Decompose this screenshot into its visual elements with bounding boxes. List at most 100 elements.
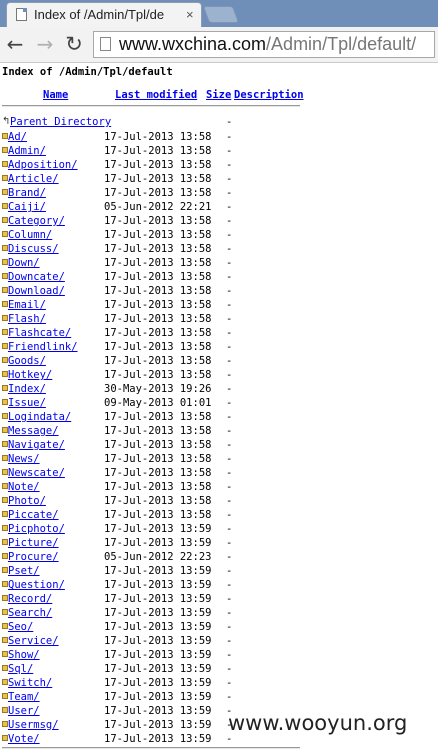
- modified-date: 09-May-2013 01:01: [104, 397, 212, 409]
- folder-link[interactable]: Vote/: [8, 732, 40, 746]
- list-item: Seo/17-Jul-2013 13:59 -: [0, 620, 300, 634]
- modified-date: 17-Jul-2013 13:59: [104, 635, 212, 647]
- modified-date: 17-Jul-2013 13:58: [104, 299, 212, 311]
- file-size: -: [226, 215, 233, 227]
- folder-link[interactable]: Note/: [8, 480, 40, 494]
- folder-link[interactable]: Adposition/: [8, 158, 78, 172]
- file-size: -: [226, 313, 233, 325]
- list-item: Column/17-Jul-2013 13:58 -: [0, 228, 300, 242]
- page-content: Index of /Admin/Tpl/default Name Last mo…: [0, 63, 438, 755]
- list-item: Brand/17-Jul-2013 13:58 -: [0, 186, 300, 200]
- list-item: Download/17-Jul-2013 13:58 -: [0, 284, 300, 298]
- new-tab-button[interactable]: [202, 6, 240, 23]
- file-size: -: [226, 369, 233, 381]
- sort-by-name-link[interactable]: Name: [43, 89, 68, 101]
- close-icon[interactable]: ×: [186, 7, 194, 22]
- sort-by-modified-link[interactable]: Last modified: [115, 89, 197, 101]
- file-size: -: [226, 551, 233, 563]
- folder-link[interactable]: Question/: [8, 578, 65, 592]
- folder-link[interactable]: Photo/: [8, 494, 46, 508]
- folder-link[interactable]: Logindata/: [8, 410, 71, 424]
- modified-date: 17-Jul-2013 13:58: [104, 173, 212, 185]
- modified-date: 17-Jul-2013 13:58: [104, 453, 212, 465]
- directory-listing: Ad/17-Jul-2013 13:58- Admin/17-Jul-2013 1…: [0, 130, 300, 746]
- folder-link[interactable]: Category/: [8, 214, 65, 228]
- modified-date: 17-Jul-2013 13:59: [104, 649, 212, 661]
- list-item: Picture/17-Jul-2013 13:59 -: [0, 536, 300, 550]
- folder-link[interactable]: Usermsg/: [8, 718, 59, 732]
- parent-directory-link[interactable]: Parent Directory: [10, 116, 111, 128]
- folder-link[interactable]: Hotkey/: [8, 368, 52, 382]
- folder-link[interactable]: Service/: [8, 634, 59, 648]
- list-item: Switch/17-Jul-2013 13:59 -: [0, 676, 300, 690]
- list-item: Friendlink/17-Jul-2013 13:58 -: [0, 340, 300, 354]
- address-bar[interactable]: www.wxchina.com/Admin/Tpl/default/: [93, 31, 435, 58]
- folder-link[interactable]: Index/: [8, 382, 46, 396]
- folder-link[interactable]: Picphoto/: [8, 522, 65, 536]
- folder-link[interactable]: Picture/: [8, 536, 59, 550]
- list-item: Admin/17-Jul-2013 13:58 -: [0, 144, 300, 158]
- modified-date: 17-Jul-2013 13:59: [104, 621, 212, 633]
- list-item: Record/17-Jul-2013 13:59 -: [0, 592, 300, 606]
- folder-link[interactable]: Seo/: [8, 620, 33, 634]
- folder-link[interactable]: Pset/: [8, 564, 40, 578]
- modified-date: 17-Jul-2013 13:58: [104, 355, 212, 367]
- file-size: -: [226, 481, 233, 493]
- folder-link[interactable]: News/: [8, 452, 40, 466]
- folder-link[interactable]: Issue/: [8, 396, 46, 410]
- folder-link[interactable]: Ad/: [8, 130, 27, 144]
- file-size: -: [226, 159, 233, 171]
- modified-date: 17-Jul-2013 13:58: [104, 411, 212, 423]
- file-size: -: [226, 187, 233, 199]
- folder-link[interactable]: Caiji/: [8, 200, 46, 214]
- sort-by-description-link[interactable]: Description: [234, 89, 304, 101]
- folder-link[interactable]: Switch/: [8, 676, 52, 690]
- file-size: -: [226, 131, 233, 143]
- reload-button[interactable]: ↻: [62, 32, 86, 56]
- folder-link[interactable]: Admin/: [8, 144, 46, 158]
- folder-link[interactable]: Procure/: [8, 550, 59, 564]
- folder-link[interactable]: Message/: [8, 424, 59, 438]
- tab-active[interactable]: Index of /Admin/Tpl/de ×: [6, 2, 202, 27]
- folder-link[interactable]: Navigate/: [8, 438, 65, 452]
- folder-link[interactable]: Downcate/: [8, 270, 65, 284]
- list-item: Sql/17-Jul-2013 13:59 -: [0, 662, 300, 676]
- forward-button[interactable]: →: [33, 32, 57, 56]
- list-item: Service/17-Jul-2013 13:59 -: [0, 634, 300, 648]
- modified-date: 17-Jul-2013 13:58: [104, 425, 212, 437]
- folder-link[interactable]: Search/: [8, 606, 52, 620]
- modified-date: 17-Jul-2013 13:58: [104, 187, 212, 199]
- folder-link[interactable]: Column/: [8, 228, 52, 242]
- folder-link[interactable]: Brand/: [8, 186, 46, 200]
- page-icon: [100, 37, 111, 51]
- folder-link[interactable]: Flashcate/: [8, 326, 71, 340]
- folder-link[interactable]: Article/: [8, 172, 59, 186]
- sort-by-size-link[interactable]: Size: [206, 89, 231, 101]
- modified-date: 17-Jul-2013 13:58: [104, 243, 212, 255]
- file-size: -: [226, 523, 233, 535]
- folder-link[interactable]: Discuss/: [8, 242, 59, 256]
- list-item: Procure/05-Jun-2012 22:23 -: [0, 550, 300, 564]
- back-button[interactable]: ←: [3, 32, 27, 56]
- folder-link[interactable]: Email/: [8, 298, 46, 312]
- folder-link[interactable]: Newscate/: [8, 466, 65, 480]
- folder-link[interactable]: Show/: [8, 648, 40, 662]
- list-item: Down/17-Jul-2013 13:58 -: [0, 256, 300, 270]
- folder-link[interactable]: Flash/: [8, 312, 46, 326]
- folder-link[interactable]: Piccate/: [8, 508, 59, 522]
- folder-link[interactable]: Down/: [8, 256, 40, 270]
- folder-link[interactable]: Record/: [8, 592, 52, 606]
- list-item: Flash/17-Jul-2013 13:58 -: [0, 312, 300, 326]
- folder-link[interactable]: User/: [8, 704, 40, 718]
- modified-date: 17-Jul-2013 13:59: [104, 691, 212, 703]
- folder-link[interactable]: Goods/: [8, 354, 46, 368]
- folder-link[interactable]: Sql/: [8, 662, 33, 676]
- file-size: -: [226, 383, 233, 395]
- modified-date: 17-Jul-2013 13:59: [104, 663, 212, 675]
- file-size: -: [226, 243, 233, 255]
- folder-link[interactable]: Team/: [8, 690, 40, 704]
- file-size: -: [226, 537, 233, 549]
- folder-link[interactable]: Download/: [8, 284, 65, 298]
- folder-link[interactable]: Friendlink/: [8, 340, 78, 354]
- tab-bar: Index of /Admin/Tpl/de ×: [0, 0, 438, 27]
